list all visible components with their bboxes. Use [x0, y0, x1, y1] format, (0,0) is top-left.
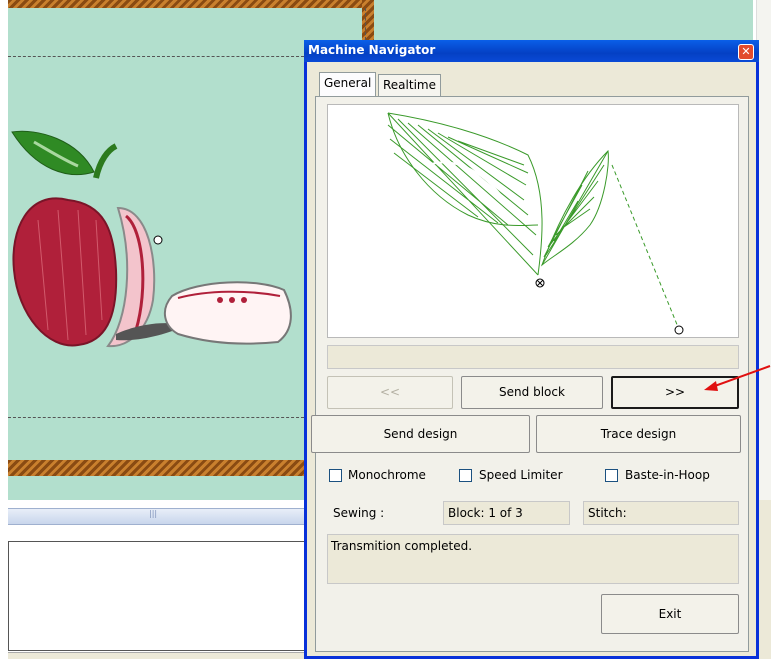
stitch-field: Stitch: [583, 501, 739, 525]
monochrome-checkbox[interactable] [329, 469, 342, 482]
baste-in-hoop-checkbox[interactable] [605, 469, 618, 482]
monochrome-label: Monochrome [348, 468, 426, 482]
block-field: Block: 1 of 3 [443, 501, 570, 525]
baste-in-hoop-label: Baste-in-Hoop [625, 468, 710, 482]
close-button[interactable]: ✕ [738, 44, 754, 60]
speed-limiter-label: Speed Limiter [479, 468, 563, 482]
hoop-guide-line [365, 8, 366, 40]
lower-info-panel [8, 541, 308, 651]
sewing-label: Sewing : [333, 506, 385, 520]
progress-bar [327, 345, 739, 369]
send-block-button[interactable]: Send block [461, 376, 603, 409]
annotation-arrow [704, 365, 771, 391]
hoop-frame-corner [362, 0, 374, 40]
hoop-frame-top [8, 0, 374, 8]
stitch-preview [327, 104, 739, 338]
leaf-stitch-drawing [387, 112, 684, 335]
tab-general[interactable]: General [319, 72, 377, 96]
hoop-guide-line [8, 417, 304, 418]
trace-design-button[interactable]: Trace design [536, 415, 741, 453]
speed-limiter-checkbox[interactable] [459, 469, 472, 482]
hoop-guide-line [8, 56, 304, 57]
exit-button[interactable]: Exit [601, 594, 739, 634]
previous-block-button[interactable]: << [327, 376, 453, 409]
apple-design-preview [11, 130, 292, 348]
status-message: Transmition completed. [327, 534, 739, 584]
hoop-frame-bottom [8, 460, 304, 476]
send-design-button[interactable]: Send design [311, 415, 530, 453]
status-bar [8, 652, 308, 659]
dialog-title: Machine Navigator [308, 43, 436, 57]
tab-realtime[interactable]: Realtime [378, 74, 441, 96]
end-point-marker [674, 325, 684, 335]
scrollbar-grip[interactable]: ||| [149, 509, 157, 518]
